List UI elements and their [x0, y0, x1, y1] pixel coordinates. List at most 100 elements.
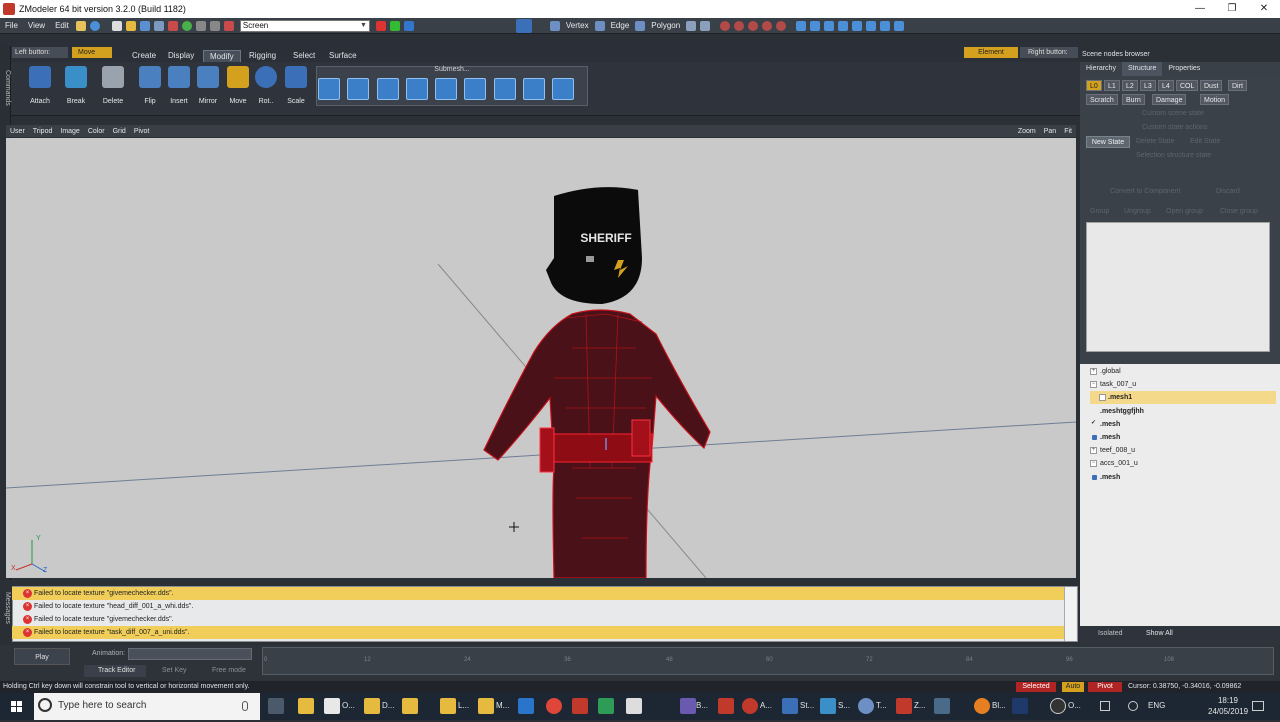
- app-s-icon[interactable]: [820, 698, 836, 714]
- viewport-pan[interactable]: Pan: [1040, 128, 1060, 135]
- tree-node-selected[interactable]: .mesh1: [1090, 391, 1276, 404]
- lod-col-button[interactable]: COL: [1176, 80, 1199, 91]
- folder-l-icon[interactable]: [440, 698, 456, 714]
- unhide-icon[interactable]: [748, 20, 759, 31]
- submesh-extrude-icon[interactable]: [318, 78, 340, 100]
- pivot-toggle[interactable]: Pivot: [1088, 682, 1122, 692]
- settings-icon[interactable]: [75, 20, 86, 31]
- app-o-icon[interactable]: [324, 698, 340, 714]
- store-icon[interactable]: [598, 698, 614, 714]
- attach-tool-button[interactable]: Attach: [26, 66, 54, 106]
- lod-l2-button[interactable]: L2: [1122, 80, 1138, 91]
- track-editor-button[interactable]: Track Editor: [84, 665, 146, 677]
- language-indicator[interactable]: ENG: [1148, 701, 1165, 710]
- app-a-icon[interactable]: [742, 698, 758, 714]
- break-tool-button[interactable]: Break: [62, 66, 90, 106]
- network-icon[interactable]: [1100, 701, 1110, 711]
- expand-toggle-icon[interactable]: +: [1090, 447, 1097, 454]
- submesh-split-icon[interactable]: [377, 78, 399, 100]
- viewport-fit[interactable]: Fit: [1060, 128, 1076, 135]
- viewport-zoom[interactable]: Zoom: [1014, 128, 1040, 135]
- task-view-icon[interactable]: [268, 698, 284, 714]
- tree-node[interactable]: + teef_008_u: [1090, 444, 1276, 457]
- element-mode-button[interactable]: Element: [964, 47, 1018, 58]
- menu-edit[interactable]: Edit: [50, 21, 74, 30]
- zmodeler-taskbar-icon[interactable]: [896, 698, 912, 714]
- photoshop-icon[interactable]: [1012, 698, 1028, 714]
- tree-node[interactable]: .mesh: [1090, 431, 1276, 444]
- axis-x-icon[interactable]: [375, 20, 386, 31]
- lod-l4-button[interactable]: L4: [1158, 80, 1174, 91]
- selection-mode-icon[interactable]: [515, 18, 532, 33]
- minimize-button[interactable]: —: [1184, 0, 1216, 18]
- checkmark-icon[interactable]: ✓: [1090, 420, 1097, 428]
- save-icon[interactable]: [139, 20, 150, 31]
- menu-view[interactable]: View: [23, 21, 50, 30]
- axis-z-icon[interactable]: [403, 20, 414, 31]
- app-f-icon[interactable]: [718, 698, 734, 714]
- expand-toggle-icon[interactable]: +: [1090, 368, 1097, 375]
- menu-file[interactable]: File: [0, 21, 23, 30]
- tree-node[interactable]: ✓ .mesh: [1090, 418, 1276, 431]
- snap-options-icon[interactable]: [894, 20, 905, 31]
- vertex-mode-icon[interactable]: [549, 20, 560, 31]
- axis-y-icon[interactable]: [389, 20, 400, 31]
- tab-create[interactable]: Create: [126, 50, 162, 62]
- submesh-label[interactable]: Submesh...: [316, 66, 588, 73]
- scratch-dropdown[interactable]: Scratch: [1086, 94, 1118, 105]
- viewport-tripod[interactable]: Tripod: [29, 128, 57, 135]
- submesh-cut-icon[interactable]: [464, 78, 486, 100]
- tree-node[interactable]: − task_007_u: [1090, 378, 1276, 391]
- steam-icon[interactable]: [782, 698, 798, 714]
- open-file-icon[interactable]: [125, 20, 136, 31]
- app-d-icon[interactable]: [364, 698, 380, 714]
- hide-selection-icon[interactable]: [734, 20, 745, 31]
- rotate-tool-button[interactable]: Rot..: [252, 66, 280, 106]
- polygon-mode-icon[interactable]: [635, 20, 646, 31]
- tab-surface[interactable]: Surface: [323, 50, 363, 62]
- mail-icon[interactable]: [626, 698, 642, 714]
- viewport-image[interactable]: Image: [56, 128, 83, 135]
- blender-icon[interactable]: [974, 698, 990, 714]
- lod-l1-button[interactable]: L1: [1104, 80, 1120, 91]
- left-button-selector[interactable]: Left button:: [12, 47, 68, 58]
- app-gray-icon[interactable]: [934, 698, 950, 714]
- log-entry[interactable]: × Failed to locate texture "task_diff_00…: [12, 626, 1064, 639]
- edge-mode-icon[interactable]: [594, 20, 605, 31]
- tree-node[interactable]: .meshtggfjhh: [1090, 405, 1276, 418]
- delete-icon[interactable]: [223, 20, 234, 31]
- submesh-tessellate-icon[interactable]: [552, 78, 574, 100]
- app-b-icon[interactable]: [680, 698, 696, 714]
- polygon-mode-button[interactable]: Polygon: [647, 21, 684, 30]
- dirt-button[interactable]: Dirt: [1228, 80, 1247, 91]
- scale-tool-button[interactable]: Scale: [282, 66, 310, 106]
- new-file-icon[interactable]: [111, 20, 122, 31]
- tab-hierarchy[interactable]: Hierarchy: [1080, 62, 1122, 76]
- 3d-viewport[interactable]: SHERIFF Y Z X: [6, 138, 1076, 578]
- app-blue-icon[interactable]: [518, 698, 534, 714]
- left-button-mode[interactable]: Move: [72, 47, 112, 58]
- chrome-icon[interactable]: [546, 698, 562, 714]
- auto-toggle[interactable]: Auto: [1062, 682, 1084, 692]
- lod-l3-button[interactable]: L3: [1140, 80, 1156, 91]
- close-button[interactable]: ✕: [1248, 0, 1280, 18]
- help-icon[interactable]: [89, 20, 100, 31]
- pivot-snap-icon[interactable]: [838, 20, 849, 31]
- submesh-bridge-icon[interactable]: [435, 78, 457, 100]
- edge-mode-button[interactable]: Edge: [607, 21, 634, 30]
- messages-rail-label[interactable]: Messages: [0, 592, 11, 644]
- tab-rigging[interactable]: Rigging: [243, 50, 282, 62]
- grid-snap-icon[interactable]: [810, 20, 821, 31]
- log-scrollbar[interactable]: [1064, 587, 1076, 641]
- isolate-icon[interactable]: [762, 20, 773, 31]
- tree-node[interactable]: + .global: [1090, 365, 1276, 378]
- selection-filter-icon[interactable]: [700, 20, 711, 31]
- commands-rail-label[interactable]: Commands: [0, 70, 11, 130]
- viewport-color[interactable]: Color: [84, 128, 109, 135]
- submesh-collapse-icon[interactable]: [406, 78, 428, 100]
- folder-m-icon[interactable]: [478, 698, 494, 714]
- log-entry[interactable]: × Failed to locate texture "givemechecke…: [12, 613, 1064, 626]
- flip-tool-button[interactable]: Flip: [136, 66, 164, 106]
- play-button[interactable]: Play: [14, 648, 70, 665]
- coordinate-system-select[interactable]: Screen ▼: [239, 19, 370, 32]
